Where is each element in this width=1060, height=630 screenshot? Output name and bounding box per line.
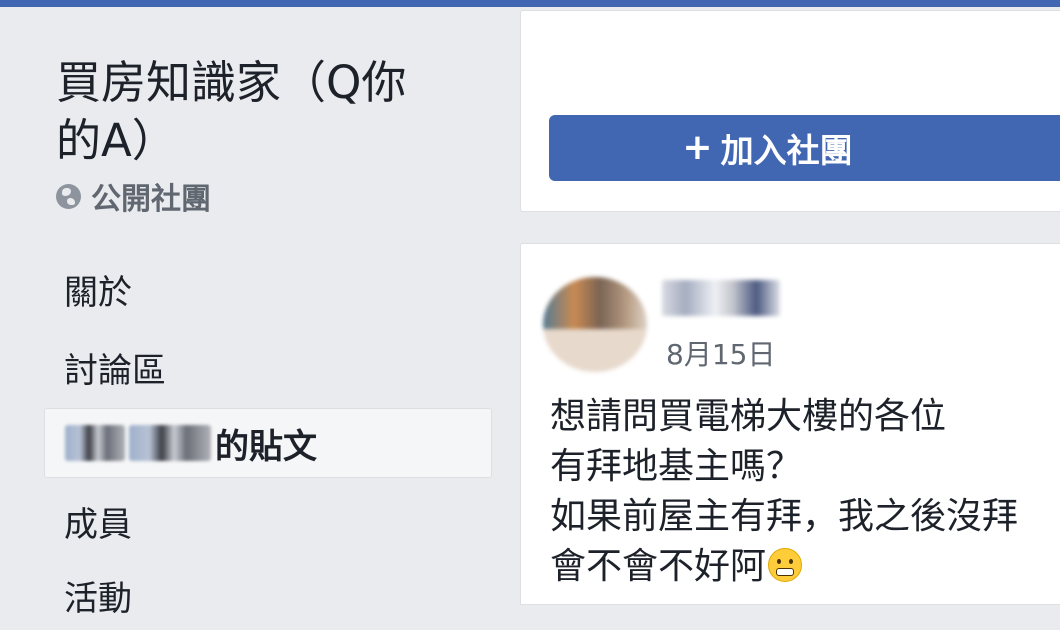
post-line: 想請問買電梯大樓的各位 — [550, 396, 947, 437]
post-line: 如果前屋主有拜，我之後沒拜 — [550, 496, 1019, 537]
privacy-info: 公開社團 — [56, 178, 211, 217]
post-date[interactable]: 8月15日 — [666, 333, 775, 373]
nav-item-label: 討論區 — [64, 350, 166, 391]
group-title-line1: 買房知識家（Q你 — [56, 56, 407, 109]
privacy-label: 公開社團 — [91, 182, 211, 217]
join-group-label: 加入社團 — [720, 131, 853, 170]
plus-icon: + — [682, 127, 713, 168]
grimacing-face-emoji-icon — [768, 548, 803, 582]
join-group-button[interactable]: + 加入社團 — [549, 115, 1060, 181]
author-name-blurred[interactable] — [662, 280, 780, 316]
nav-item-members[interactable]: 成員 — [44, 486, 492, 556]
blurred-username — [65, 425, 125, 461]
nav-item-about[interactable]: 關於 — [44, 254, 492, 324]
avatar[interactable] — [543, 277, 647, 372]
post-line: 會不會不好阿 — [550, 546, 767, 587]
join-card — [520, 10, 1060, 212]
globe-icon — [56, 183, 81, 209]
post-line: 有拜地基主嗎？ — [550, 446, 803, 487]
group-title[interactable]: 買房知識家（Q你 的A） — [56, 54, 476, 170]
nav-item-my-posts[interactable]: 的貼文 — [44, 408, 492, 478]
post-line-last: 會不會不好阿 — [550, 542, 1050, 592]
post-body: 想請問買電梯大樓的各位 有拜地基主嗎？ 如果前屋主有拜，我之後沒拜 會不會不好阿 — [550, 392, 1050, 592]
nav-item-label: 成員 — [64, 504, 132, 545]
blurred-username — [129, 425, 211, 461]
nav-item-label: 關於 — [64, 272, 132, 313]
nav-item-label: 活動 — [64, 578, 132, 619]
top-bar — [0, 0, 1060, 7]
nav-item-events[interactable]: 活動 — [44, 560, 492, 630]
nav-item-discussion[interactable]: 討論區 — [44, 332, 492, 402]
group-title-line2: 的A） — [56, 114, 177, 167]
nav-item-label: 的貼文 — [215, 426, 317, 467]
